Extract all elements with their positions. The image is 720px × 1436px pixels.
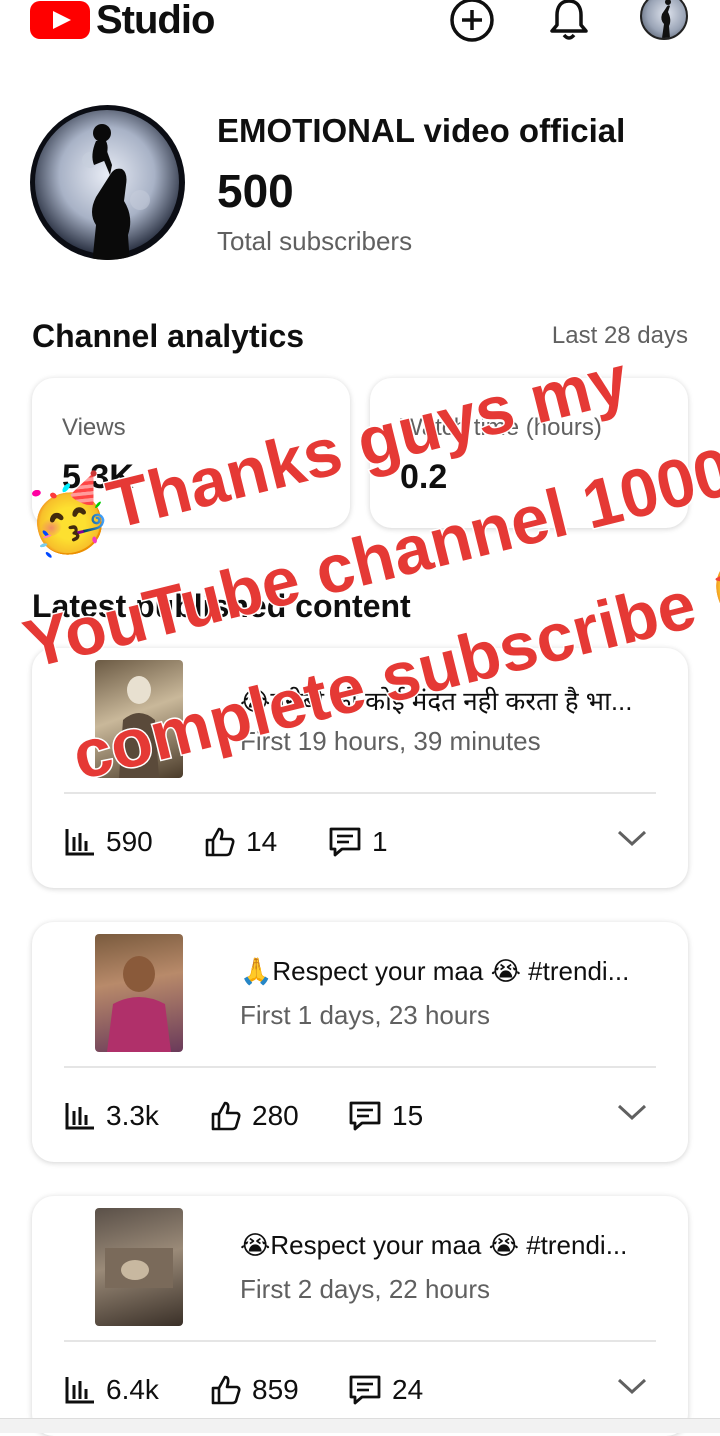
bar-chart-icon [65,1103,94,1130]
channel-name: EMOTIONAL video official [217,112,626,149]
likes-count: 280 [252,1100,299,1131]
thumbs-up-icon [211,1101,241,1131]
video-title: 🙏Respect your maa 😭 #trendi... [240,956,630,986]
bottom-edge [0,1418,720,1433]
views-value: 5.3K [62,458,134,496]
video-thumbnail[interactable] [95,1208,183,1326]
youtube-play-icon [30,1,90,39]
video-title: 😭Respect your maa 😭 #trendi... [240,1230,628,1260]
views-metric: 590 [64,824,153,860]
comment-icon [349,1101,381,1131]
views-count: 590 [106,826,153,857]
divider [64,792,656,794]
comment-icon [329,827,361,857]
likes-metric: 859 [210,1372,299,1408]
chevron-down-icon[interactable] [616,1102,648,1122]
account-avatar[interactable] [640,0,688,40]
logo-text: Studio [96,0,215,42]
notifications-bell-icon[interactable] [545,0,593,42]
bar-chart-icon [65,829,94,856]
thumbs-up-icon [205,827,235,857]
views-label: Views [62,414,126,441]
comments-metric: 15 [348,1098,423,1134]
channel-analytics-title: Channel analytics [32,318,305,354]
comment-icon [349,1375,381,1405]
subscriber-label: Total subscribers [217,226,413,256]
divider [64,1066,656,1068]
comments-metric: 1 [328,824,388,860]
likes-count: 14 [246,826,278,857]
comments-metric: 24 [348,1372,423,1408]
likes-count: 859 [252,1374,299,1405]
video-age: First 1 days, 23 hours [240,1000,490,1030]
bar-chart-icon [65,1377,94,1404]
video-thumbnail[interactable] [95,660,183,778]
watch-time-value: 0.2 [400,458,448,496]
video-age: First 2 days, 22 hours [240,1274,490,1304]
video-card[interactable]: 🙏Respect your maa 😭 #trendi... First 1 d… [32,922,688,1162]
comments-count: 24 [392,1374,424,1405]
views-metric: 6.4k [64,1372,159,1408]
studio-logo[interactable]: Studio [30,0,215,42]
views-card[interactable]: Views 5.3K [32,378,350,528]
video-card[interactable]: 😭गरीबो को कोई मंदत नही करता है भा... Fir… [32,648,688,888]
latest-content-title: Latest published content [32,588,411,624]
date-range-label[interactable]: Last 28 days [552,322,688,350]
video-thumbnail[interactable] [95,934,183,1052]
video-card[interactable]: 😭Respect your maa 😭 #trendi... First 2 d… [32,1196,688,1436]
likes-metric: 280 [210,1098,299,1134]
chevron-down-icon[interactable] [616,1376,648,1396]
comments-count: 15 [392,1100,424,1131]
create-plus-icon[interactable] [448,0,496,42]
watch-time-label: Watch time (hours) [400,414,602,441]
likes-metric: 14 [204,824,277,860]
chevron-down-icon[interactable] [616,828,648,848]
top-app-bar: Studio [0,0,720,60]
watch-time-card[interactable]: Watch time (hours) 0.2 [370,378,688,528]
views-count: 6.4k [106,1374,159,1405]
subscriber-count: 500 [217,165,294,217]
video-age: First 19 hours, 39 minutes [240,726,541,756]
channel-avatar[interactable] [30,105,185,260]
views-count: 3.3k [106,1100,159,1131]
thumbs-up-icon [211,1375,241,1405]
views-metric: 3.3k [64,1098,159,1134]
divider [64,1340,656,1342]
video-title: 😭गरीबो को कोई मंदत नही करता है भा... [240,686,633,716]
comments-count: 1 [372,826,388,857]
